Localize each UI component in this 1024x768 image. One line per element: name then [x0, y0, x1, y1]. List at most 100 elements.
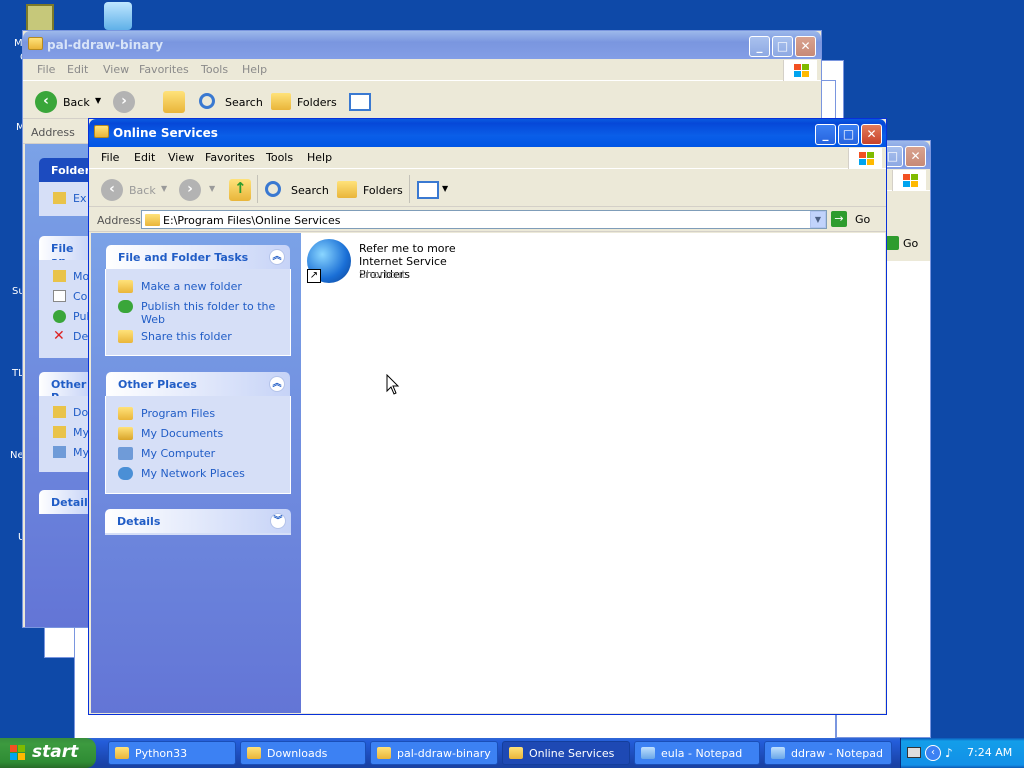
file-folder-tasks-header[interactable]: File and Folder Tasks ︽ [106, 245, 290, 269]
pane-header-folder[interactable]: Folder [39, 158, 91, 182]
pane-header-other[interactable]: Other P [39, 372, 91, 404]
go-label: Go [855, 213, 871, 226]
folder-icon [28, 37, 43, 50]
close-button[interactable]: ✕ [861, 124, 882, 145]
pane-box-1: Ex [39, 182, 91, 216]
back-label[interactable]: Back [129, 184, 156, 197]
other-places-header[interactable]: Other Places ︽ [106, 372, 290, 396]
address-dropdown-icon[interactable]: ▼ [810, 211, 826, 228]
taskbar-button-eula-notepad[interactable]: eula - Notepad [634, 741, 760, 765]
other-places-title: Other Places [118, 378, 197, 391]
pane-header-details[interactable]: Details [39, 490, 94, 514]
minimize-button[interactable]: _ [815, 124, 836, 145]
menu-edit[interactable]: Edit [134, 151, 155, 164]
forward-dropdown-icon[interactable]: ▼ [209, 184, 215, 193]
back-arrow-icon[interactable]: ‹ [35, 91, 57, 113]
address-value: E:\Program Files\Online Services [163, 214, 341, 227]
taskbar-button-pal-ddraw-binary[interactable]: pal-ddraw-binary [370, 741, 498, 765]
menu-tools[interactable]: Tools [266, 151, 293, 164]
folder-icon [145, 214, 160, 226]
search-label[interactable]: Search [291, 184, 329, 197]
taskbar-button-online-services[interactable]: Online Services [502, 741, 630, 765]
start-button[interactable]: start [0, 738, 96, 768]
clock[interactable]: 7:24 AM [967, 746, 1012, 759]
back-dropdown-icon[interactable]: ▼ [161, 184, 167, 193]
go-arrow-icon [885, 236, 899, 250]
menu-help[interactable]: Help [307, 151, 332, 164]
collapse-chevron-icon[interactable]: ︽ [269, 249, 285, 265]
menu-file[interactable]: File [37, 63, 55, 76]
keyboard-icon[interactable] [907, 747, 921, 758]
up-folder-icon[interactable] [163, 91, 185, 113]
views-icon[interactable] [417, 181, 439, 199]
details-header[interactable]: Details ︾ [105, 509, 291, 533]
collapse-chevron-icon[interactable]: ︽ [269, 376, 285, 392]
titlebar[interactable]: Online Services _ □ ✕ [89, 119, 886, 147]
menu-favorites[interactable]: Favorites [139, 63, 189, 76]
taskbar-button-downloads[interactable]: Downloads [240, 741, 366, 765]
search-icon[interactable] [199, 93, 215, 109]
titlebar[interactable]: pal-ddraw-binary _ □ ✕ [23, 31, 821, 59]
notepad-icon [771, 747, 785, 759]
menu-edit[interactable]: Edit [67, 63, 88, 76]
taskbar-button-ddraw-notepad[interactable]: ddraw - Notepad [764, 741, 892, 765]
recycle-bin-icon[interactable] [104, 2, 132, 30]
views-dropdown-icon[interactable]: ▼ [442, 184, 448, 193]
folders-icon[interactable] [271, 93, 291, 110]
menubar: File Edit View Favorites Tools Help [23, 59, 821, 81]
folders-icon[interactable] [337, 181, 357, 198]
my-computer-icon [53, 446, 66, 458]
folder-icon [94, 125, 109, 138]
expand-chevron-icon[interactable]: ︾ [270, 513, 286, 529]
dropdown-arrow-icon[interactable]: ▼ [95, 96, 101, 105]
go-button[interactable]: → Go [831, 210, 875, 229]
volume-icon[interactable]: ♪ [945, 746, 957, 760]
tray-expand-icon[interactable]: ‹ [925, 745, 941, 761]
my-computer-icon [118, 447, 133, 460]
file-type: Shortcut [359, 268, 406, 281]
folder-icon [53, 406, 66, 418]
menu-file[interactable]: File [101, 151, 119, 164]
up-arrow-icon: ↑ [234, 179, 247, 197]
windows-logo-icon [10, 745, 26, 761]
go-button[interactable]: Go [885, 235, 929, 253]
windows-flag-icon [783, 60, 817, 81]
menu-view[interactable]: View [168, 151, 194, 164]
menu-help[interactable]: Help [242, 63, 267, 76]
copy-icon [53, 290, 66, 302]
search-icon[interactable] [265, 181, 281, 197]
folders-label[interactable]: Folders [297, 96, 337, 109]
maximize-button[interactable]: □ [772, 36, 793, 57]
back-label[interactable]: Back [63, 96, 90, 109]
minimize-button[interactable]: _ [749, 36, 770, 57]
close-button[interactable]: ✕ [905, 146, 926, 167]
task-pane: Folder Ex File an Mo Co Pul ✕ De Other P… [25, 144, 94, 627]
system-tray: ‹ ♪ 7:24 AM [900, 738, 1024, 768]
maximize-button[interactable]: □ [838, 124, 859, 145]
forward-arrow-icon[interactable]: › [179, 179, 201, 201]
menu-favorites[interactable]: Favorites [205, 151, 255, 164]
menu-view[interactable]: View [103, 63, 129, 76]
folder-icon [118, 407, 133, 420]
shortcut-arrow-icon: ↗ [307, 269, 321, 283]
window-online-services[interactable]: Online Services _ □ ✕ File Edit View Fav… [88, 118, 887, 715]
folder-icon [509, 747, 523, 759]
folder-icon [377, 747, 391, 759]
address-input[interactable]: E:\Program Files\Online Services ▼ [141, 210, 827, 229]
close-button[interactable]: ✕ [795, 36, 816, 57]
share-folder-icon [118, 330, 133, 343]
desktop-icon-1[interactable] [26, 4, 54, 32]
forward-arrow-icon[interactable]: › [113, 91, 135, 113]
taskbar-button-python33[interactable]: Python33 [108, 741, 236, 765]
file-list-area[interactable]: ↗ Refer me to more Internet Service Prov… [301, 233, 885, 713]
menu-tools[interactable]: Tools [201, 63, 228, 76]
pane-header-file[interactable]: File an [39, 236, 91, 268]
details-title: Details [117, 515, 161, 528]
back-arrow-icon[interactable]: ‹ [101, 179, 123, 201]
folders-label[interactable]: Folders [363, 184, 403, 197]
search-label[interactable]: Search [225, 96, 263, 109]
views-icon[interactable] [349, 93, 371, 111]
file-item-shortcut[interactable]: ↗ Refer me to more Internet Service Prov… [307, 239, 507, 289]
other-places-panel: Other Places ︽ Program Files My Document… [105, 372, 291, 494]
up-folder-icon[interactable]: ↑ [229, 179, 251, 201]
